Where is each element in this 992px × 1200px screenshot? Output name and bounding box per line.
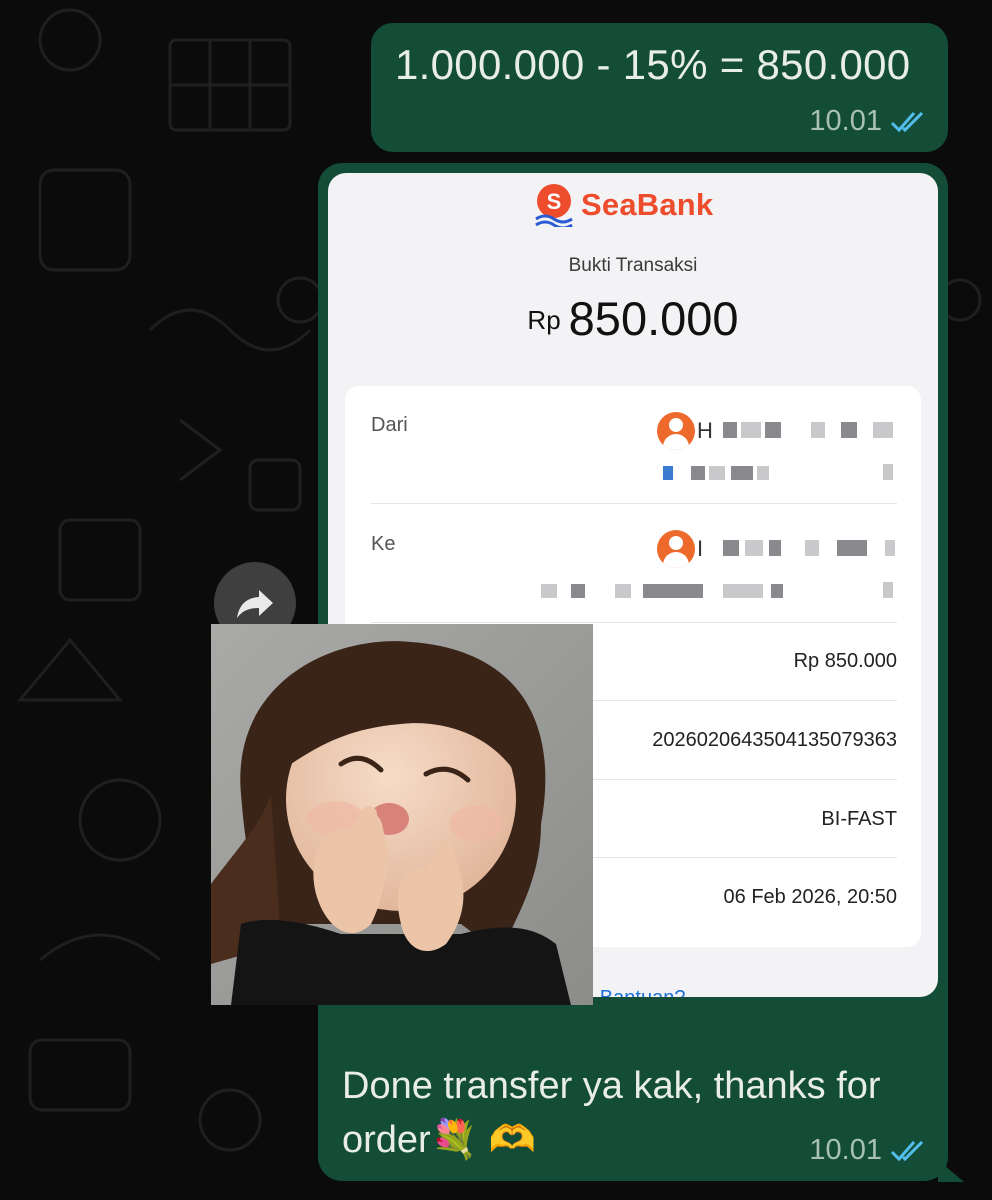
row-divider [371, 503, 897, 504]
redacted-recipient-name [723, 540, 739, 556]
forward-arrow-icon [237, 590, 273, 618]
message-caption: Done transfer ya kak, thanks for order💐 … [342, 1065, 881, 1161]
seabank-logo-text: SeaBank [581, 187, 714, 222]
redacted-sender-account [663, 466, 673, 480]
seabank-logo-icon: S [535, 184, 573, 227]
transaction-datetime: 06 Feb 2026, 20:50 [723, 886, 897, 908]
amount-value: 850.000 [568, 292, 739, 345]
message-time: 10.01 [809, 1134, 882, 1166]
sender-avatar-icon [657, 412, 695, 450]
outgoing-message-bubble[interactable]: 1.000.000 - 15% = 850.000 10.01 [371, 23, 948, 152]
message-meta: 10.01 [809, 105, 926, 138]
amount-row-value: Rp 850.000 [793, 650, 897, 672]
amount-currency: Rp [527, 305, 561, 335]
message-meta: 10.01 [809, 1134, 926, 1167]
redacted-sender-name [723, 422, 737, 438]
seabank-logo: S SeaBank [533, 183, 713, 227]
message-time: 10.01 [809, 105, 882, 137]
from-label: Dari [371, 414, 408, 436]
bubble-tail [938, 1160, 964, 1182]
to-label: Ke [371, 533, 396, 555]
receipt-amount: Rp 850.000 [328, 291, 938, 346]
double-check-icon [890, 110, 926, 134]
transaction-reference: 20260206435041350793​63 [652, 729, 897, 751]
double-check-icon [890, 1139, 926, 1163]
redacted-recipient-account [541, 584, 557, 598]
transfer-method: BI-FAST [821, 808, 897, 830]
recipient-initial: I [697, 536, 704, 561]
sender-initial: H [697, 418, 713, 443]
receipt-title: Bukti Transaksi [568, 255, 698, 276]
message-text: 1.000.000 - 15% = 850.000 [395, 41, 911, 88]
row-divider [371, 622, 897, 623]
recipient-avatar-icon [657, 530, 695, 568]
sticker-image[interactable] [211, 624, 593, 1005]
svg-text:S: S [547, 189, 562, 214]
